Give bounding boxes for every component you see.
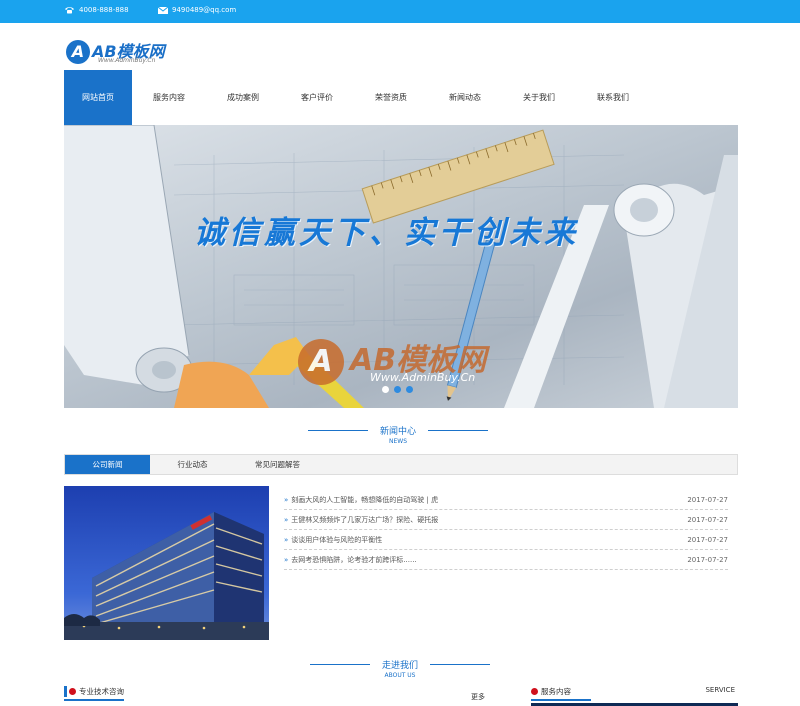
carousel-dot-3[interactable] (406, 386, 413, 393)
hero-banner[interactable]: 诚信赢天下、实干创未来 A AB模板网 Www.AdminBuy.Cn (64, 125, 738, 408)
red-dot-icon (69, 688, 76, 695)
news-item-date: 2017-07-27 (687, 495, 728, 504)
phone-icon (65, 7, 74, 14)
service-block: 服务内容 SERVICE (531, 686, 738, 706)
news-feature-image[interactable] (64, 486, 269, 640)
banner-slogan: 诚信赢天下、实干创未来 (194, 215, 579, 251)
service-block-title: 服务内容 (531, 686, 571, 697)
logo-mark: A (66, 40, 90, 64)
carousel-dot-1[interactable] (382, 386, 389, 393)
site-logo[interactable]: A AB模板网 Www.AdminBuy.Cn (66, 38, 176, 66)
tab-faq[interactable]: 常见问题解答 (235, 455, 320, 474)
more-link[interactable]: 更多 (471, 692, 485, 702)
carousel-dots (382, 386, 413, 393)
watermark-logo-mark: A (298, 339, 344, 385)
news-section-heading: 新闻中心 NEWS (308, 424, 488, 445)
consulting-block: 专业技术咨询 更多 (64, 686, 489, 706)
heading-line-right (430, 664, 490, 665)
heading-line-left (310, 664, 370, 665)
tab-company-news[interactable]: 公司新闻 (65, 455, 150, 474)
heading-line-left (308, 430, 368, 431)
service-tag: SERVICE (705, 686, 735, 694)
news-item-date: 2017-07-27 (687, 555, 728, 564)
red-dot-icon (531, 688, 538, 695)
news-item-title[interactable]: 去网考恐惧陷阱，论考验才前跨评标...... (284, 555, 416, 565)
email-contact: 9490489@qq.com (158, 6, 236, 14)
consulting-block-title: 专业技术咨询 (64, 686, 124, 697)
news-tabs: 公司新闻 行业动态 常见问题解答 (64, 454, 738, 475)
title-marker (64, 686, 67, 697)
news-item-title[interactable]: 王健林又频频炸了几家万达广场？探险、硬托报 (284, 515, 438, 525)
banner-watermark: A AB模板网 Www.AdminBuy.Cn (298, 337, 528, 397)
email-address: 9490489@qq.com (172, 6, 237, 14)
about-section-subtitle: ABOUT US (384, 672, 416, 679)
watermark-site-url: Www.AdminBuy.Cn (370, 371, 476, 384)
nav-item-home[interactable]: 网站首页 (64, 70, 132, 125)
phone-contact: 4008-888-888 (64, 6, 129, 14)
news-list-item[interactable]: 去网考恐惧陷阱，论考验才前跨评标...... 2017-07-27 (284, 550, 728, 570)
mail-icon (158, 6, 168, 14)
news-item-date: 2017-07-27 (687, 535, 728, 544)
nav-item-news[interactable]: 新闻动态 (428, 70, 502, 125)
heading-line-right (428, 430, 488, 431)
news-list-item[interactable]: 王健林又频频炸了几家万达广场？探险、硬托报 2017-07-27 (284, 510, 728, 530)
about-section-heading: 走进我们 ABOUT US (310, 658, 490, 679)
logo-site-url: Www.AdminBuy.Cn (98, 57, 156, 64)
office-building-image (64, 486, 269, 640)
service-title-text: 服务内容 (541, 687, 571, 696)
news-section-subtitle: NEWS (388, 438, 408, 445)
news-list-item[interactable]: 刻画大风的人工智能，畅想降低的自动驾驶 | 虎 2017-07-27 (284, 490, 728, 510)
news-item-date: 2017-07-27 (687, 515, 728, 524)
title-underline (64, 699, 124, 701)
phone-number: 4008-888-888 (79, 6, 129, 14)
tab-industry-news[interactable]: 行业动态 (150, 455, 235, 474)
title-underline (531, 699, 591, 701)
news-item-title[interactable]: 谈谈用户体验与风险的平衡性 (284, 535, 382, 545)
top-contact-bar: 4008-888-888 9490489@qq.com (0, 0, 800, 23)
nav-item-cases[interactable]: 成功案例 (206, 70, 280, 125)
nav-item-about[interactable]: 关于我们 (502, 70, 576, 125)
nav-item-services[interactable]: 服务内容 (132, 70, 206, 125)
nav-item-contact[interactable]: 联系我们 (576, 70, 650, 125)
news-list-item[interactable]: 谈谈用户体验与风险的平衡性 2017-07-27 (284, 530, 728, 550)
news-item-title[interactable]: 刻画大风的人工智能，畅想降低的自动驾驶 | 虎 (284, 495, 438, 505)
consulting-title-text: 专业技术咨询 (79, 687, 124, 696)
main-nav: 网站首页 服务内容 成功案例 客户评价 荣誉资质 新闻动态 关于我们 联系我们 (64, 70, 738, 125)
nav-item-honors[interactable]: 荣誉资质 (354, 70, 428, 125)
news-list: 刻画大风的人工智能，畅想降低的自动驾驶 | 虎 2017-07-27 王健林又频… (284, 490, 728, 570)
carousel-dot-2[interactable] (394, 386, 401, 393)
nav-item-reviews[interactable]: 客户评价 (280, 70, 354, 125)
